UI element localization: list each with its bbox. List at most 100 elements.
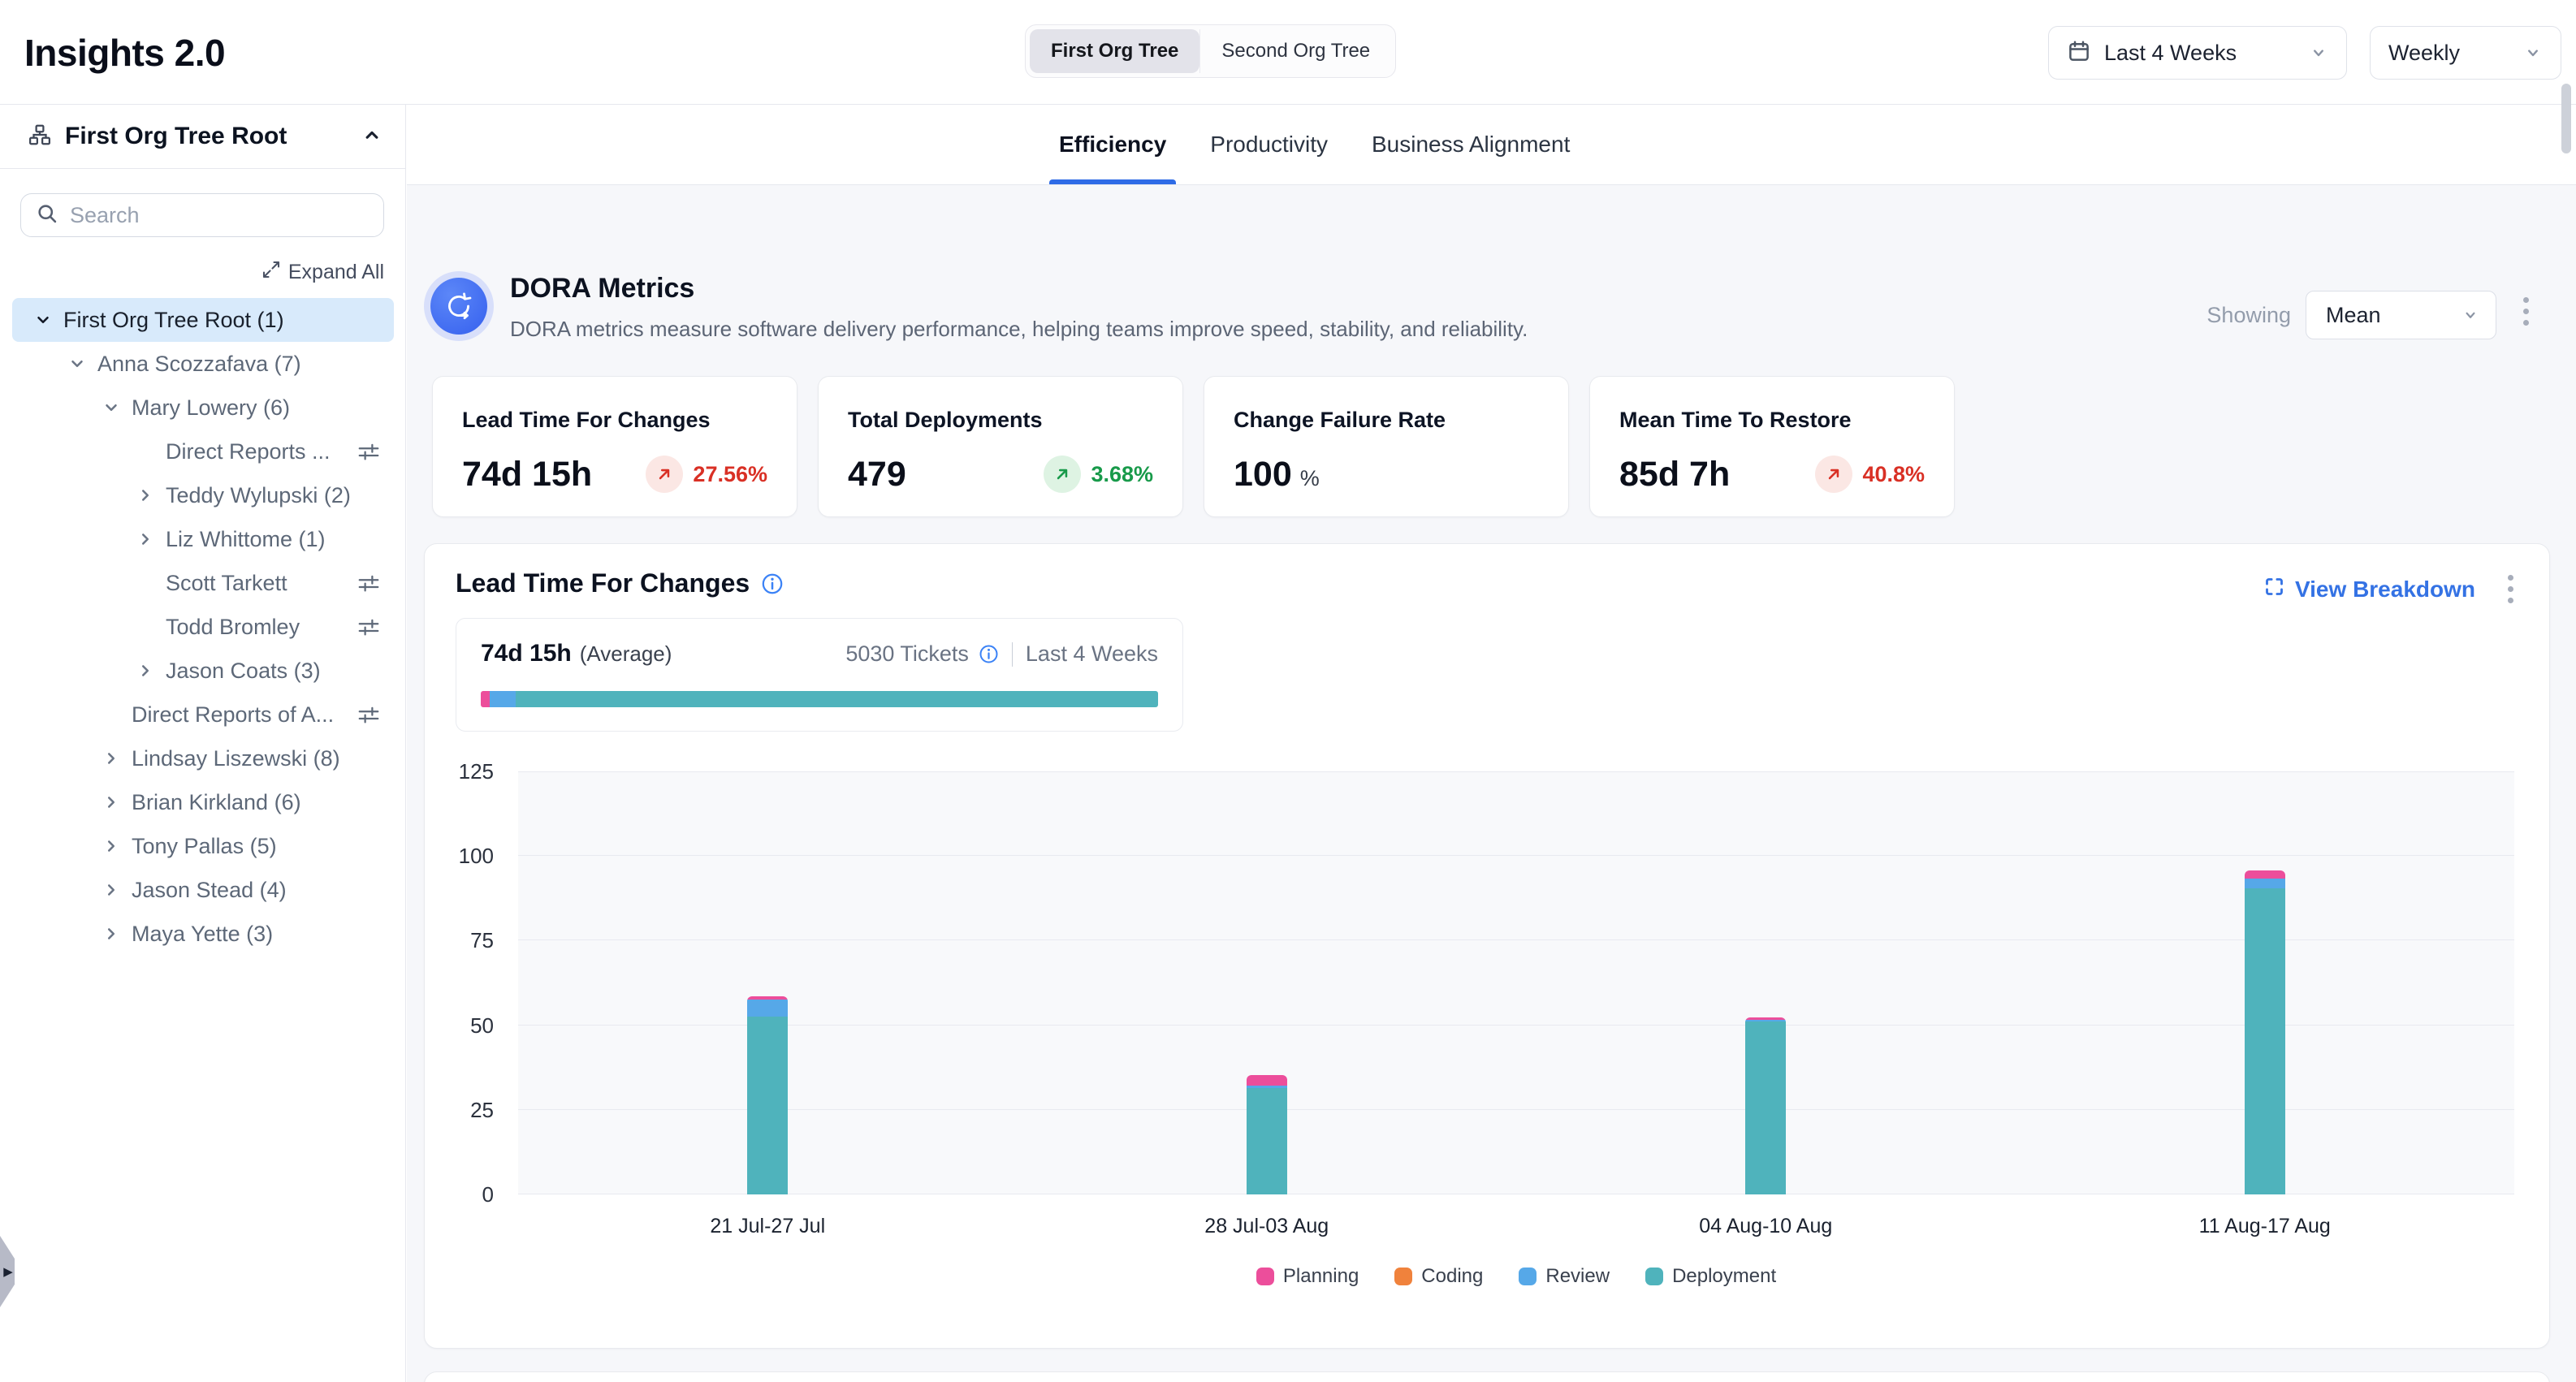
search-input[interactable]: [70, 203, 369, 228]
stacked-bar[interactable]: [1247, 1075, 1287, 1194]
org-tree-sidebar: First Org Tree Root Expand All: [0, 105, 406, 1382]
expand-arrows-icon: [261, 260, 281, 285]
sidebar-title: First Org Tree Root: [65, 123, 348, 150]
tree-item-label: Teddy Wylupski (2): [166, 483, 394, 508]
tree-item-label: Maya Yette (3): [132, 922, 394, 947]
section-actions: View Breakdown: [2263, 570, 2518, 608]
vertical-scrollbar-thumb[interactable]: [2561, 84, 2571, 153]
filter-sliders-icon[interactable]: [357, 702, 381, 727]
legend-item-review[interactable]: Review: [1519, 1265, 1610, 1288]
date-range-dropdown[interactable]: Last 4 Weeks: [2048, 26, 2347, 80]
lead-time-section: Lead Time For Changes View Breakdown: [424, 543, 2550, 1349]
tab-productivity[interactable]: Productivity: [1207, 105, 1331, 184]
stacked-bar[interactable]: [1745, 1017, 1786, 1194]
chevron-icon[interactable]: [136, 530, 154, 548]
y-tick-label: 100: [425, 844, 494, 868]
legend-swatch: [1645, 1268, 1663, 1285]
insights-dashboard: Insights 2.0 First Org TreeSecond Org Tr…: [0, 0, 2576, 1382]
tree-item[interactable]: Mary Lowery (6): [12, 386, 394, 430]
gridline: [518, 771, 2514, 772]
summary-meta: 5030 Tickets Last 4 Weeks: [845, 641, 1158, 667]
stacked-bar[interactable]: [747, 996, 788, 1194]
chevron-icon[interactable]: [34, 311, 52, 329]
filter-sliders-icon[interactable]: [357, 571, 381, 595]
chevron-icon[interactable]: [102, 399, 120, 417]
tree-item-label: Brian Kirkland (6): [132, 790, 394, 815]
legend-label: Deployment: [1672, 1265, 1776, 1288]
org-chart-icon: [28, 123, 52, 151]
x-tick-label: 11 Aug-17 Aug: [2199, 1215, 2331, 1238]
metric-card: Total Deployments 479 3.68%: [818, 376, 1183, 517]
legend-item-coding[interactable]: Coding: [1394, 1265, 1483, 1288]
play-arrow-icon: ▶: [3, 1266, 13, 1278]
trend-delta: 40.8%: [1862, 462, 1925, 487]
legend-item-deployment[interactable]: Deployment: [1645, 1265, 1776, 1288]
date-range-value: Last 4 Weeks: [2104, 41, 2296, 66]
search-icon: [36, 202, 58, 229]
summary-segment-planning: [481, 691, 490, 707]
tree-item[interactable]: Brian Kirkland (6): [12, 780, 394, 824]
average-label: (Average): [580, 641, 672, 667]
tree-item-label: First Org Tree Root (1): [63, 308, 394, 333]
tree-item[interactable]: Liz Whittome (1): [12, 517, 394, 561]
chevron-icon[interactable]: [102, 749, 120, 767]
summary-segment-deployment: [516, 691, 1158, 707]
chevron-icon[interactable]: [102, 837, 120, 855]
tree-item[interactable]: Anna Scozzafava (7): [12, 342, 394, 386]
tree-item[interactable]: Direct Reports ...: [12, 430, 394, 473]
showing-value: Mean: [2326, 303, 2461, 328]
metric-title: Lead Time For Changes: [462, 408, 711, 433]
collapse-chevron-up-icon[interactable]: [361, 124, 383, 149]
tab-efficiency[interactable]: Efficiency: [1056, 105, 1169, 184]
section-kebab-menu[interactable]: [2503, 570, 2518, 608]
tree-item[interactable]: Teddy Wylupski (2): [12, 473, 394, 517]
y-tick-label: 0: [425, 1182, 494, 1207]
showing-dropdown[interactable]: Mean: [2306, 291, 2496, 339]
x-axis-labels: 21 Jul-27 Jul28 Jul-03 Aug04 Aug-10 Aug1…: [518, 1215, 2514, 1242]
tree-item-label: Liz Whittome (1): [166, 527, 394, 552]
org-tree-toggle-option[interactable]: First Org Tree: [1030, 29, 1199, 73]
legend-item-planning[interactable]: Planning: [1256, 1265, 1359, 1288]
dora-kebab-menu[interactable]: [2518, 292, 2534, 330]
chevron-icon[interactable]: [102, 881, 120, 899]
expand-all-button[interactable]: Expand All: [261, 260, 384, 285]
metric-card: Lead Time For Changes 74d 15h 27.56%: [432, 376, 797, 517]
gridline: [518, 855, 2514, 856]
view-breakdown-button[interactable]: View Breakdown: [2263, 576, 2475, 603]
chevron-icon[interactable]: [102, 793, 120, 811]
tree-item[interactable]: Jason Stead (4): [12, 868, 394, 912]
tree-item[interactable]: Jason Coats (3): [12, 649, 394, 693]
tree-item[interactable]: Direct Reports of A...: [12, 693, 394, 736]
tree-item-label: Anna Scozzafava (7): [97, 352, 394, 377]
expand-all-row: Expand All: [20, 260, 384, 285]
filter-sliders-icon[interactable]: [357, 439, 381, 464]
chevron-icon[interactable]: [68, 355, 86, 373]
metric-value-row: 74d 15h 27.56%: [462, 448, 767, 500]
tree-item[interactable]: Tony Pallas (5): [12, 824, 394, 868]
chevron-icon[interactable]: [136, 662, 154, 680]
tree-item[interactable]: Todd Bromley: [12, 605, 394, 649]
summary-period: Last 4 Weeks: [1026, 641, 1158, 667]
tree-item[interactable]: Scott Tarkett: [12, 561, 394, 605]
x-tick-label: 04 Aug-10 Aug: [1699, 1215, 1832, 1238]
legend-label: Review: [1545, 1265, 1610, 1288]
stacked-bar[interactable]: [2245, 870, 2285, 1194]
granularity-dropdown[interactable]: Weekly: [2370, 26, 2561, 80]
info-icon[interactable]: [979, 644, 999, 664]
filter-sliders-icon[interactable]: [357, 615, 381, 639]
tree-item[interactable]: Maya Yette (3): [12, 912, 394, 956]
average-summary-card: 74d 15h (Average) 5030 Tickets Last 4 We…: [456, 618, 1183, 732]
info-icon[interactable]: [761, 572, 784, 595]
y-axis-labels: 0255075100125: [425, 771, 494, 1194]
tree-item-label: Direct Reports of A...: [132, 702, 357, 728]
tickets-count: 5030 Tickets: [845, 641, 969, 667]
tree-item[interactable]: Lindsay Liszewski (8): [12, 736, 394, 780]
chevron-icon[interactable]: [136, 486, 154, 504]
org-tree-toggle-option[interactable]: Second Org Tree: [1199, 29, 1391, 73]
chevron-icon[interactable]: [102, 925, 120, 943]
tree-item-label: Mary Lowery (6): [132, 395, 394, 421]
tab-business-alignment[interactable]: Business Alignment: [1368, 105, 1573, 184]
y-tick-label: 25: [425, 1098, 494, 1122]
trend-delta: 3.68%: [1091, 462, 1153, 487]
tree-item[interactable]: First Org Tree Root (1): [12, 298, 394, 342]
